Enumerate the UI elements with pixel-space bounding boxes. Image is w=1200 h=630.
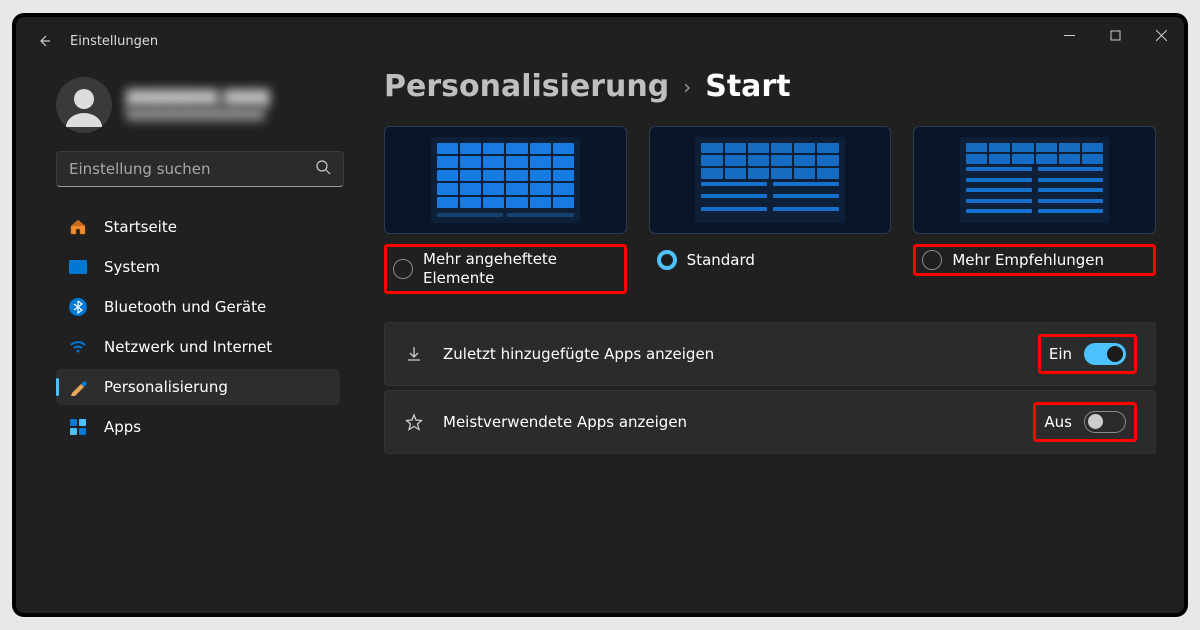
profile[interactable]: ████████ ████ ███████████████ xyxy=(56,73,344,151)
toggle-state-label: Ein xyxy=(1049,345,1072,363)
nav: Startseite System Bluetooth und Geräte N… xyxy=(56,209,344,613)
setting-label: Zuletzt hinzugefügte Apps anzeigen xyxy=(443,345,1020,363)
sidebar-item-apps[interactable]: Apps xyxy=(56,409,340,445)
back-button[interactable] xyxy=(24,21,64,61)
layout-options: Mehr angeheftete Elemente Standard xyxy=(384,126,1156,294)
toggle-state-label: Aus xyxy=(1044,413,1072,431)
bluetooth-icon xyxy=(68,297,88,317)
page-title: Start xyxy=(705,69,790,104)
sidebar: ████████ ████ ███████████████ Startseite… xyxy=(16,65,356,613)
layout-option-more-pinned[interactable]: Mehr angeheftete Elemente xyxy=(384,126,627,294)
avatar xyxy=(56,77,112,133)
sidebar-item-label: Netzwerk und Internet xyxy=(104,338,272,356)
profile-email: ███████████████ xyxy=(126,107,270,121)
search-box[interactable] xyxy=(56,151,344,187)
radio-label: Standard xyxy=(687,251,755,270)
radio-more-recommendations[interactable] xyxy=(922,250,942,270)
system-icon xyxy=(68,257,88,277)
breadcrumb-parent[interactable]: Personalisierung xyxy=(384,69,669,104)
app-title: Einstellungen xyxy=(70,34,158,49)
layout-option-standard[interactable]: Standard xyxy=(649,126,892,294)
titlebar: Einstellungen xyxy=(16,17,1184,65)
toggle-recently-added[interactable] xyxy=(1084,343,1126,365)
apps-icon xyxy=(68,417,88,437)
setting-recently-added[interactable]: Zuletzt hinzugefügte Apps anzeigen Ein xyxy=(384,322,1156,386)
setting-most-used[interactable]: Meistverwendete Apps anzeigen Aus xyxy=(384,390,1156,454)
maximize-button[interactable] xyxy=(1092,17,1138,53)
profile-name: ████████ ████ xyxy=(126,89,270,107)
sidebar-item-label: Startseite xyxy=(104,218,177,236)
sidebar-item-bluetooth[interactable]: Bluetooth und Geräte xyxy=(56,289,340,325)
personalization-icon xyxy=(68,377,88,397)
search-icon xyxy=(315,159,331,179)
sidebar-item-personalization[interactable]: Personalisierung xyxy=(56,369,340,405)
star-icon xyxy=(403,413,425,431)
sidebar-item-home[interactable]: Startseite xyxy=(56,209,340,245)
radio-standard[interactable] xyxy=(657,250,677,270)
close-button[interactable] xyxy=(1138,17,1184,53)
wifi-icon xyxy=(68,337,88,357)
download-icon xyxy=(403,345,425,363)
settings-window: Einstellungen ████████ ████ ████████████… xyxy=(16,17,1184,613)
setting-label: Meistverwendete Apps anzeigen xyxy=(443,413,1015,431)
layout-thumb[interactable] xyxy=(649,126,892,234)
breadcrumb: Personalisierung › Start xyxy=(384,69,1156,104)
home-icon xyxy=(68,217,88,237)
sidebar-item-system[interactable]: System xyxy=(56,249,340,285)
sidebar-item-label: System xyxy=(104,258,160,276)
radio-more-pinned[interactable] xyxy=(393,259,413,279)
radio-label: Mehr angeheftete Elemente xyxy=(423,250,618,288)
chevron-right-icon: › xyxy=(683,75,691,99)
layout-thumb[interactable] xyxy=(384,126,627,234)
content: Personalisierung › Start Mehr angeheftet… xyxy=(356,65,1184,613)
search-input[interactable] xyxy=(69,160,315,178)
minimize-button[interactable] xyxy=(1046,17,1092,53)
toggle-most-used[interactable] xyxy=(1084,411,1126,433)
layout-option-more-recommendations[interactable]: Mehr Empfehlungen xyxy=(913,126,1156,294)
sidebar-item-label: Apps xyxy=(104,418,141,436)
sidebar-item-label: Bluetooth und Geräte xyxy=(104,298,266,316)
radio-label: Mehr Empfehlungen xyxy=(952,251,1104,270)
sidebar-item-label: Personalisierung xyxy=(104,378,228,396)
layout-thumb[interactable] xyxy=(913,126,1156,234)
window-controls xyxy=(1046,17,1184,53)
sidebar-item-network[interactable]: Netzwerk und Internet xyxy=(56,329,340,365)
